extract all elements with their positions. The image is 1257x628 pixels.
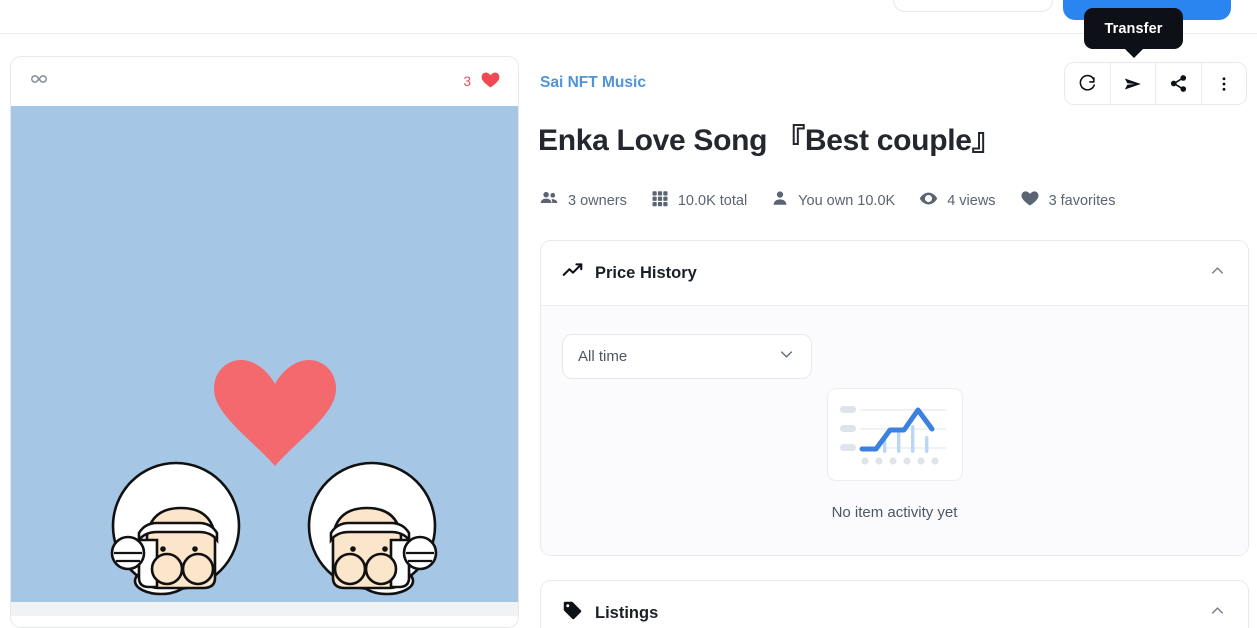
header-search-input[interactable] (893, 0, 1053, 12)
top-header-strip (0, 0, 1257, 34)
refresh-icon (1078, 74, 1097, 93)
price-history-title: Price History (595, 263, 697, 282)
time-range-select[interactable]: All time (562, 334, 812, 379)
chevron-up-icon[interactable] (1208, 601, 1227, 625)
chart-placeholder-icon (826, 388, 963, 481)
price-history-header[interactable]: Price History (541, 241, 1248, 305)
tooltip-label: Transfer (1104, 20, 1163, 37)
favorite-toggle[interactable]: 3 (463, 69, 501, 95)
artwork-heart-shape (214, 360, 336, 466)
favorite-count: 3 (463, 74, 471, 89)
chevron-up-icon[interactable] (1208, 261, 1227, 285)
stat-views: 4 views (919, 189, 996, 213)
owners-icon (539, 188, 559, 213)
infinity-icon[interactable] (28, 68, 50, 95)
artwork-footer-strip (11, 602, 518, 616)
more-vertical-icon (1215, 75, 1233, 93)
artwork-image[interactable] (11, 106, 518, 616)
transfer-button[interactable] (1110, 63, 1156, 104)
stat-owners-label: 3 owners (568, 192, 627, 209)
collection-link[interactable]: Sai NFT Music (540, 74, 646, 92)
trending-up-icon (562, 260, 583, 286)
nft-item-detail-page: Transfer 3 Sai NFT Music Enka Love Song … (0, 0, 1257, 628)
item-stats-row: 3 owners 10.0K total You own 10.0K 4 vie… (539, 188, 1115, 213)
stat-total-label: 10.0K total (677, 192, 748, 209)
more-options-button[interactable] (1201, 63, 1246, 104)
refresh-metadata-button[interactable] (1065, 63, 1111, 104)
price-history-body: All time No item activity yet (541, 305, 1248, 555)
time-range-value: All time (578, 348, 628, 365)
heart-filled-icon (480, 69, 501, 95)
stat-you-own: You own 10.0K (771, 189, 895, 212)
transfer-tooltip: Transfer (1084, 8, 1183, 49)
price-history-panel: Price History All time No item activity … (540, 240, 1249, 556)
tag-icon (562, 600, 583, 626)
tooltip-arrow (1124, 48, 1144, 58)
grid-icon (651, 189, 669, 212)
chevron-down-icon (777, 345, 796, 369)
artwork-character-right (307, 461, 438, 596)
person-icon (771, 189, 789, 212)
artwork-card: 3 (10, 56, 519, 628)
stat-favorites-label: 3 favorites (1048, 192, 1116, 209)
share-button[interactable] (1156, 63, 1202, 104)
share-icon (1169, 74, 1188, 93)
listings-panel: Listings (540, 580, 1249, 628)
artwork-card-header: 3 (11, 57, 518, 106)
listings-header[interactable]: Listings (541, 581, 1248, 628)
empty-state-text: No item activity yet (831, 504, 958, 521)
eye-icon (919, 189, 938, 213)
listings-title: Listings (595, 603, 659, 622)
item-action-toolbar (1064, 62, 1247, 105)
stat-total: 10.0K total (651, 189, 747, 212)
artwork-character-left (110, 461, 241, 596)
page-title: Enka Love Song 『Best couple』 (538, 124, 1002, 157)
stat-favorites: 3 favorites (1020, 188, 1116, 213)
price-history-empty-state: No item activity yet (541, 388, 1248, 521)
stat-you-own-label: You own 10.0K (798, 192, 896, 209)
stat-views-label: 4 views (947, 192, 996, 209)
send-icon (1123, 74, 1143, 94)
heart-icon (1020, 188, 1040, 213)
stat-owners[interactable]: 3 owners (539, 188, 627, 213)
